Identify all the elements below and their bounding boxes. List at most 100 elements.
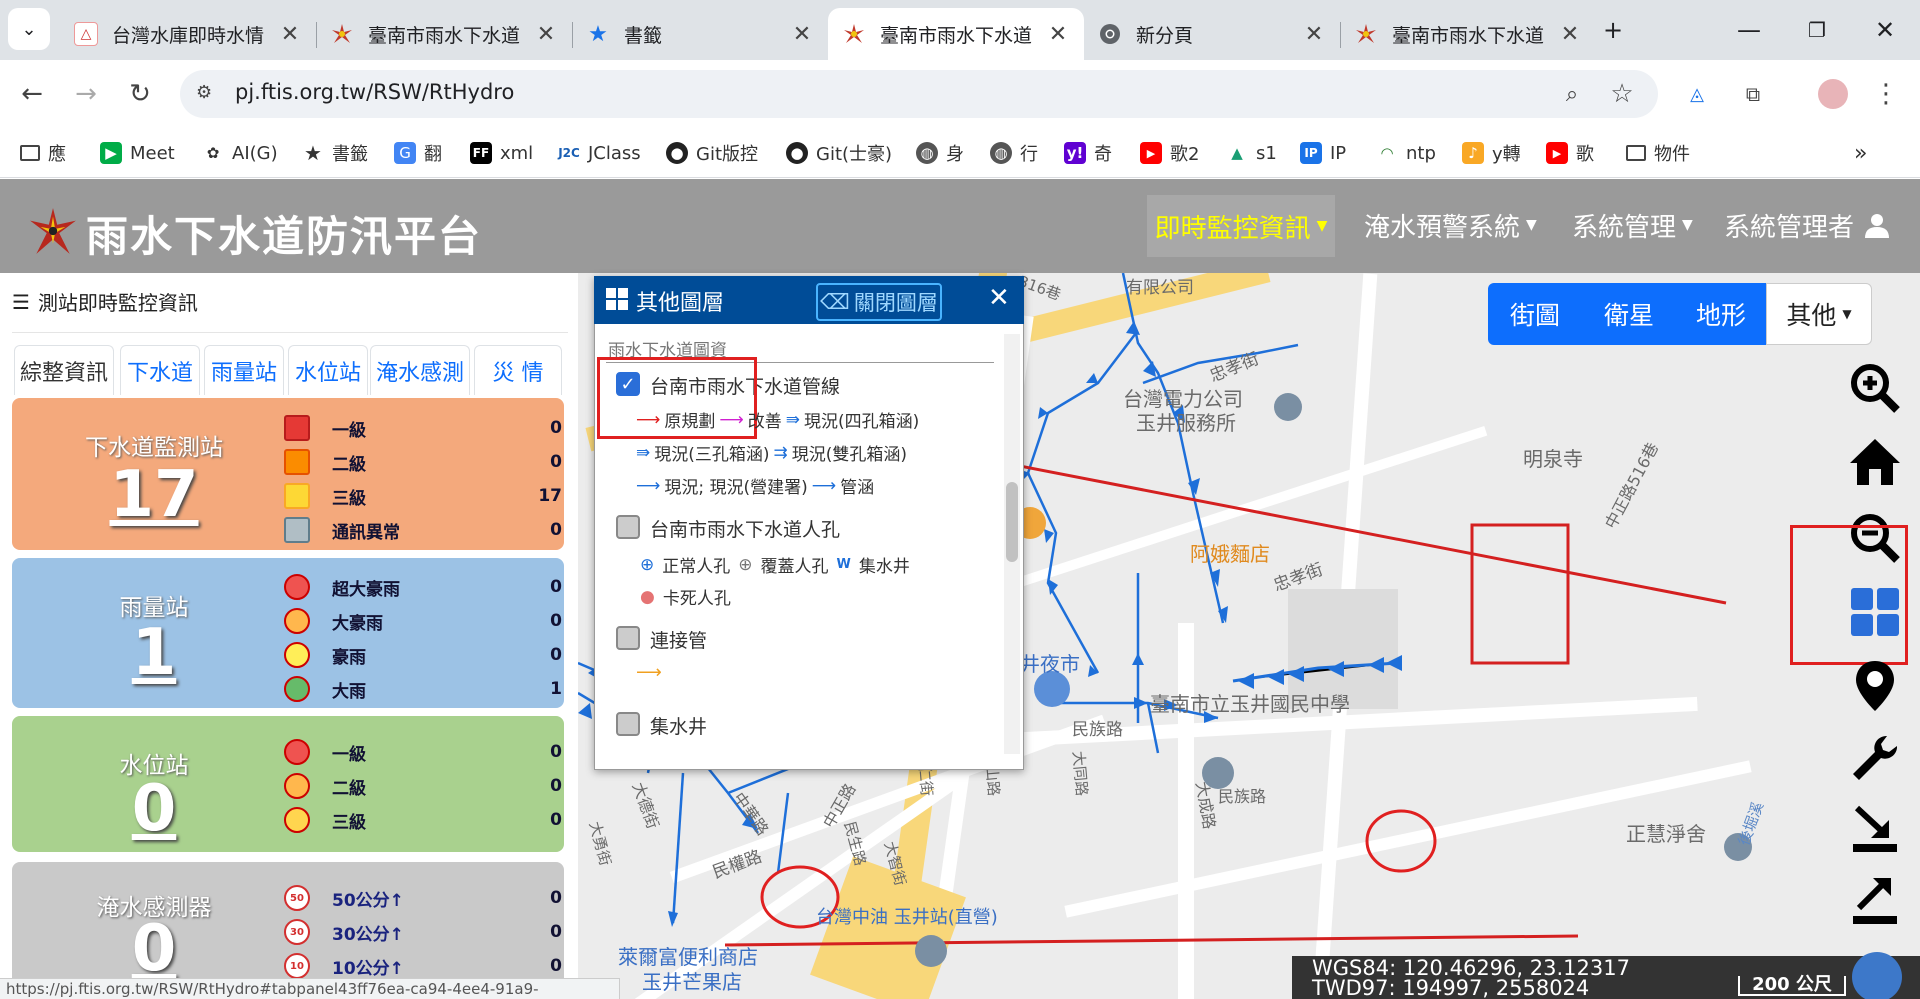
extensions-icon[interactable]: ⧉: [1733, 74, 1773, 114]
tab-flood-sensor[interactable]: 淹水感測: [370, 345, 470, 395]
level-row[interactable]: 30 30公分↑ 0: [284, 915, 562, 949]
location-pin-icon[interactable]: [1845, 656, 1905, 716]
card-count[interactable]: 1: [12, 616, 296, 690]
scrollbar-thumb[interactable]: [1006, 482, 1018, 562]
card-count[interactable]: 0: [12, 912, 296, 986]
tab-rain-station[interactable]: 雨量站: [204, 345, 284, 395]
level-row[interactable]: 豪雨 0: [284, 638, 562, 672]
profile-avatar[interactable]: [1813, 74, 1853, 114]
sewer-alert-icon: [284, 415, 310, 441]
level-row[interactable]: 二級 0: [284, 769, 562, 803]
bookmark-item[interactable]: J2C JClass: [558, 136, 640, 170]
bookmark-item[interactable]: IP IP: [1300, 136, 1346, 170]
menu-system-management[interactable]: 系統管理 ▼: [1572, 205, 1693, 245]
bookmark-item[interactable]: 應: [20, 136, 66, 170]
tab-water-level[interactable]: 水位站: [288, 345, 368, 395]
youtube-icon: ▶: [1546, 142, 1568, 164]
bookmark-item[interactable]: ◍ 行: [990, 136, 1038, 170]
reload-icon[interactable]: ↻: [120, 74, 160, 114]
level-row[interactable]: 50 50公分↑ 0: [284, 881, 562, 915]
bookmark-item[interactable]: ▲ s1: [1226, 136, 1277, 170]
url-text[interactable]: pj.ftis.org.tw/RSW/RtHydro: [235, 80, 514, 104]
restore-icon[interactable]: ❐: [1792, 10, 1842, 50]
bookmark-item[interactable]: ▶ 歌: [1546, 136, 1594, 170]
bookmark-item[interactable]: ◍ 身: [916, 136, 964, 170]
map-type-other[interactable]: 其他 ▼: [1766, 283, 1872, 345]
close-tab-icon[interactable]: ✕: [278, 22, 302, 47]
tab-sewer[interactable]: 下水道: [120, 345, 200, 395]
brand-title[interactable]: 雨水下水道防汛平台: [86, 203, 482, 264]
bookmark-item[interactable]: ● Git版控: [666, 136, 758, 170]
layer-catch-basin-checkbox[interactable]: [616, 712, 640, 736]
row-value: 0: [550, 922, 562, 942]
bookmark-item[interactable]: ★ 書籤: [302, 136, 368, 170]
tab-search-button[interactable]: ⌄: [8, 8, 50, 50]
close-tab-icon[interactable]: ✕: [1302, 22, 1326, 47]
bookmark-item[interactable]: G翻: [394, 136, 442, 170]
tab-title: 臺南市雨水下水道: [1392, 24, 1545, 47]
more-bookmarks-icon[interactable]: »: [1854, 136, 1867, 170]
menu-realtime-monitoring[interactable]: 即時監控資訊 ▼: [1147, 195, 1335, 257]
map-type-satellite[interactable]: 衛星: [1582, 283, 1676, 345]
layer-connector-checkbox[interactable]: [616, 626, 640, 650]
level-row[interactable]: 超大豪雨 0: [284, 570, 562, 604]
bookmark-item[interactable]: ◠ ntp: [1376, 136, 1435, 170]
tab-rainwater-1[interactable]: 臺南市雨水下水道 ✕: [316, 8, 572, 60]
extension-ox-icon[interactable]: ◬: [1677, 74, 1717, 114]
level-row[interactable]: 三級 0: [284, 803, 562, 837]
layer-manhole-checkbox[interactable]: [616, 515, 640, 539]
close-layers-button[interactable]: ⌫ 關閉圖層: [816, 283, 942, 321]
tab-rainwater-active[interactable]: 臺南市雨水下水道 ✕: [828, 8, 1084, 60]
globe-icon[interactable]: [1852, 952, 1902, 999]
card-count[interactable]: 0: [12, 772, 296, 846]
level-row[interactable]: 三級 17: [284, 479, 562, 513]
back-icon[interactable]: ←: [12, 74, 52, 114]
bookmark-item[interactable]: y! 奇: [1064, 136, 1112, 170]
site-logo-icon[interactable]: [28, 206, 78, 256]
tab-reservoir[interactable]: △ 台灣水庫即時水情 ✕: [60, 8, 316, 60]
export-icon[interactable]: [1845, 872, 1905, 932]
close-tab-icon[interactable]: ✕: [790, 22, 814, 47]
menu-user[interactable]: 系統管理者: [1724, 205, 1890, 245]
bookmark-item[interactable]: ▶ Meet: [100, 136, 175, 170]
level-row[interactable]: 一級 0: [284, 735, 562, 769]
zoom-in-icon[interactable]: [1845, 358, 1905, 418]
minimize-icon[interactable]: —: [1724, 10, 1774, 50]
bookmark-item[interactable]: ✿ AI(G): [202, 136, 278, 170]
new-tab-button[interactable]: +: [1588, 10, 1638, 50]
level-row[interactable]: 通訊異常 0: [284, 513, 562, 547]
map-type-street[interactable]: 街圖: [1488, 283, 1582, 345]
site-logo-icon: [842, 22, 866, 46]
card-count[interactable]: 17: [12, 458, 296, 532]
map-type-terrain[interactable]: 地形: [1676, 283, 1766, 345]
tab-rainwater-2[interactable]: 臺南市雨水下水道 ✕: [1340, 8, 1596, 60]
tab-bookmarks[interactable]: ★ 書籤 ✕: [572, 8, 828, 60]
bookmark-item[interactable]: ▶ 歌2: [1140, 136, 1199, 170]
import-icon[interactable]: [1845, 800, 1905, 860]
bookmark-item[interactable]: ♪ y轉: [1462, 136, 1521, 170]
close-popup-icon[interactable]: ✕: [988, 283, 1010, 313]
level-row[interactable]: 一級 0: [284, 411, 562, 445]
level-row[interactable]: 大雨 1: [284, 672, 562, 706]
tab-disaster[interactable]: 災 情: [474, 345, 562, 395]
tab-overview[interactable]: 綜整資訊: [14, 345, 114, 395]
close-tab-icon[interactable]: ✕: [1558, 22, 1582, 47]
wrench-icon[interactable]: [1845, 728, 1905, 788]
tab-new-tab[interactable]: 新分頁 ✕: [1084, 8, 1340, 60]
menu-kebab-icon[interactable]: ⋮: [1866, 74, 1906, 114]
sidebar-title: 測站即時監控資訊: [37, 291, 198, 315]
bookmark-item[interactable]: ● Git(士豪): [786, 136, 892, 170]
level-row[interactable]: 二級 0: [284, 445, 562, 479]
level-row[interactable]: 大豪雨 0: [284, 604, 562, 638]
zoom-icon[interactable]: ⌕: [1552, 74, 1592, 114]
home-icon[interactable]: [1845, 432, 1905, 492]
close-tab-icon[interactable]: ✕: [1046, 22, 1070, 47]
site-info-icon[interactable]: ⚙: [196, 82, 212, 103]
close-tab-icon[interactable]: ✕: [534, 22, 558, 47]
bookmark-item[interactable]: FF xml: [470, 136, 533, 170]
menu-flood-warning[interactable]: 淹水預警系統 ▼: [1364, 205, 1537, 245]
bookmark-star-icon[interactable]: ☆: [1602, 74, 1642, 114]
close-window-icon[interactable]: ✕: [1860, 10, 1910, 50]
forward-icon[interactable]: →: [66, 74, 106, 114]
bookmark-item[interactable]: 物件: [1626, 136, 1690, 170]
